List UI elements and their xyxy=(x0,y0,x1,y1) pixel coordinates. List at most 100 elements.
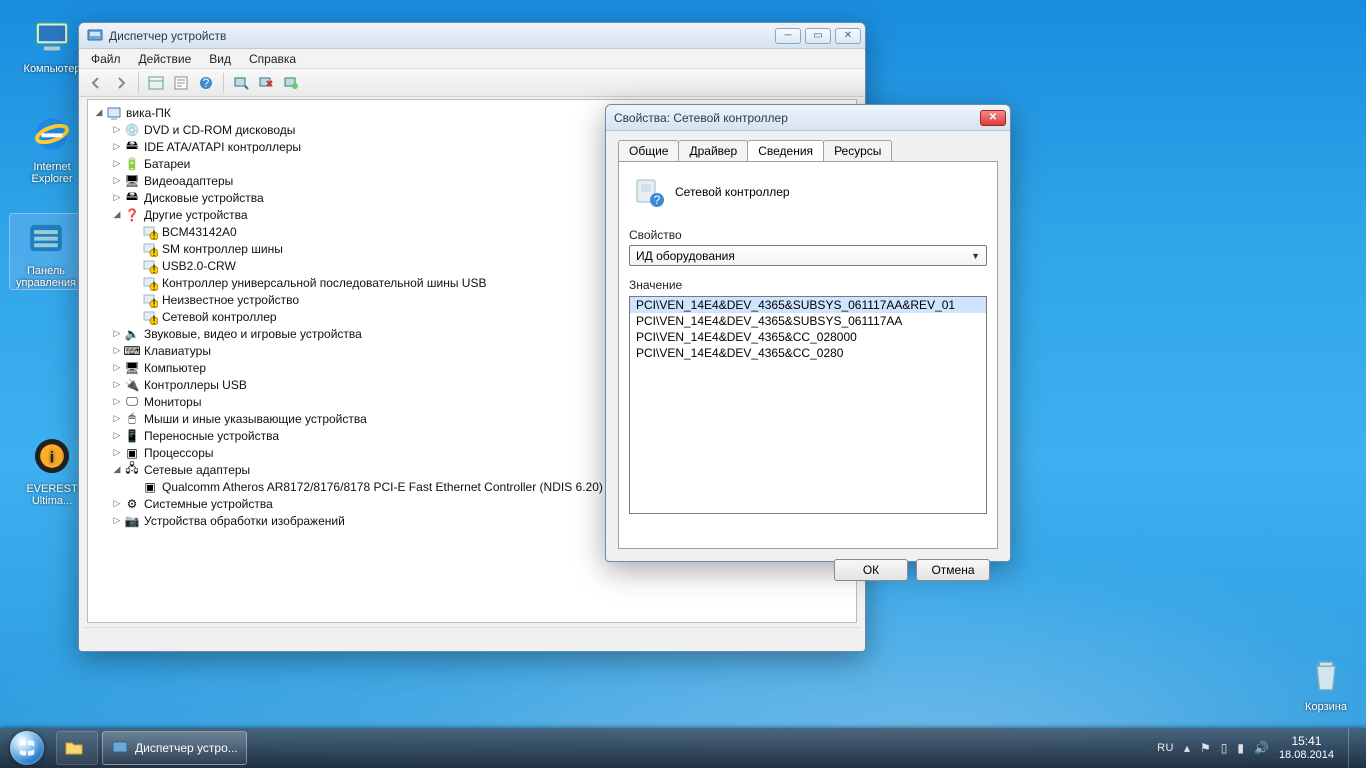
clock[interactable]: 15:41 18.08.2014 xyxy=(1279,735,1334,760)
device-label: Батареи xyxy=(144,157,190,171)
expand-arrow-icon[interactable]: ▷ xyxy=(110,175,124,186)
expand-arrow-icon[interactable]: ▷ xyxy=(110,515,124,526)
titlebar[interactable]: Диспетчер устройств ─ ▭ ✕ xyxy=(79,23,865,49)
flag-icon[interactable]: ⚑ xyxy=(1200,741,1211,755)
properties-button[interactable] xyxy=(170,72,192,94)
hwid-item[interactable]: PCI\VEN_14E4&DEV_4365&CC_0280 xyxy=(630,345,986,361)
device-icon: ! xyxy=(142,292,158,308)
ctrlpanel-icon xyxy=(22,214,70,262)
tab-3[interactable]: Ресурсы xyxy=(823,140,892,162)
close-button-devmgr[interactable]: ✕ xyxy=(835,28,861,44)
property-label: Свойство xyxy=(629,228,987,242)
device-name: Сетевой контроллер xyxy=(675,185,790,199)
hwid-item[interactable]: PCI\VEN_14E4&DEV_4365&CC_028000 xyxy=(630,329,986,345)
menu-вид[interactable]: Вид xyxy=(201,51,239,67)
device-icon: ⌨ xyxy=(124,343,140,359)
minimize-button[interactable]: ─ xyxy=(775,28,801,44)
ok-button[interactable]: ОК xyxy=(834,559,908,581)
value-label: Значение xyxy=(629,278,987,292)
volume-icon[interactable]: 🔊 xyxy=(1254,741,1269,755)
expand-arrow-icon[interactable]: ▷ xyxy=(110,345,124,356)
device-label: Qualcomm Atheros AR8172/8176/8178 PCI-E … xyxy=(162,480,603,494)
expand-arrow-icon[interactable]: ▷ xyxy=(110,430,124,441)
expand-arrow-icon[interactable]: ◢ xyxy=(110,464,124,475)
expand-arrow-icon[interactable]: ▷ xyxy=(110,498,124,509)
input-lang[interactable]: RU xyxy=(1157,742,1174,754)
device-label: Процессоры xyxy=(144,446,214,460)
titlebar[interactable]: Свойства: Сетевой контроллер ✕ xyxy=(606,105,1010,131)
device-label: Контроллер универсальной последовательно… xyxy=(162,276,486,290)
close-button-props[interactable]: ✕ xyxy=(980,110,1006,126)
expand-arrow-icon[interactable]: ◢ xyxy=(92,107,106,118)
expand-arrow-icon[interactable]: ▷ xyxy=(110,328,124,339)
view-tree-button[interactable] xyxy=(145,72,167,94)
expand-arrow-icon[interactable]: ▷ xyxy=(110,413,124,424)
scan-button[interactable] xyxy=(230,72,252,94)
device-icon: 🔋 xyxy=(124,156,140,172)
start-button[interactable] xyxy=(0,728,54,768)
property-dropdown[interactable]: ИД оборудования ▼ xyxy=(629,245,987,266)
device-label: SM контроллер шины xyxy=(162,242,283,256)
svg-text:!: ! xyxy=(152,296,155,308)
battery-icon[interactable]: ▯ xyxy=(1221,741,1228,755)
tab-0[interactable]: Общие xyxy=(618,140,679,162)
desktop-icon-recycle[interactable]: Корзина xyxy=(1290,650,1362,713)
icon-label: Панель управления xyxy=(10,265,82,289)
menu-файл[interactable]: Файл xyxy=(83,51,129,67)
expand-arrow-icon[interactable]: ▷ xyxy=(110,192,124,203)
clock-date: 18.08.2014 xyxy=(1279,749,1334,761)
device-icon: ! xyxy=(142,241,158,257)
tray-up-icon[interactable]: ▴ xyxy=(1184,741,1190,755)
nav-fwd-button[interactable] xyxy=(110,72,132,94)
device-label: IDE ATA/ATAPI контроллеры xyxy=(144,140,301,154)
device-icon: 🖥 xyxy=(124,360,140,376)
window-title: Диспетчер устройств xyxy=(109,29,775,43)
update-driver-button[interactable] xyxy=(280,72,302,94)
hwid-item[interactable]: PCI\VEN_14E4&DEV_4365&SUBSYS_061117AA xyxy=(630,313,986,329)
svg-text:?: ? xyxy=(654,193,661,207)
menu-действие[interactable]: Действие xyxy=(131,51,200,67)
expand-arrow-icon[interactable]: ▷ xyxy=(110,158,124,169)
device-label: Звуковые, видео и игровые устройства xyxy=(144,327,362,341)
uninstall-button[interactable] xyxy=(255,72,277,94)
pinned-explorer[interactable] xyxy=(56,731,98,765)
clock-time: 15:41 xyxy=(1279,735,1334,748)
value-listbox[interactable]: PCI\VEN_14E4&DEV_4365&SUBSYS_061117AA&RE… xyxy=(629,296,987,514)
task-device-manager[interactable]: Диспетчер устро... xyxy=(102,731,247,765)
device-icon: ❓ xyxy=(124,207,140,223)
hwid-item[interactable]: PCI\VEN_14E4&DEV_4365&SUBSYS_061117AA&RE… xyxy=(630,297,986,313)
tab-1[interactable]: Драйвер xyxy=(678,140,748,162)
expand-arrow-icon[interactable]: ◢ xyxy=(110,209,124,220)
device-icon: 📷 xyxy=(124,513,140,529)
network-icon[interactable]: ▮ xyxy=(1237,741,1244,755)
tab-panel-details: ? Сетевой контроллер Свойство ИД оборудо… xyxy=(618,161,998,549)
expand-arrow-icon[interactable]: ▷ xyxy=(110,447,124,458)
toolbar: ? xyxy=(79,69,865,97)
show-desktop-button[interactable] xyxy=(1348,728,1360,768)
property-dropdown-value: ИД оборудования xyxy=(636,249,735,263)
devmgr-icon xyxy=(111,739,129,757)
device-icon: 🖴 xyxy=(124,139,140,155)
desktop-icon-ctrlpanel[interactable]: Панель управления xyxy=(10,214,82,289)
device-label: USB2.0-CRW xyxy=(162,259,236,273)
tab-2[interactable]: Сведения xyxy=(747,140,824,162)
device-icon xyxy=(106,105,122,121)
properties-dialog: Свойства: Сетевой контроллер ✕ ОбщиеДрай… xyxy=(605,104,1011,562)
device-label: Видеоадаптеры xyxy=(144,174,233,188)
maximize-button[interactable]: ▭ xyxy=(805,28,831,44)
svg-text:i: i xyxy=(50,450,54,467)
device-icon: ! xyxy=(142,258,158,274)
device-label: BCM43142A0 xyxy=(162,225,237,239)
taskbar: Диспетчер устро... RU ▴ ⚑ ▯ ▮ 🔊 15:41 18… xyxy=(0,728,1366,768)
nav-back-button[interactable] xyxy=(85,72,107,94)
expand-arrow-icon[interactable]: ▷ xyxy=(110,124,124,135)
expand-arrow-icon[interactable]: ▷ xyxy=(110,379,124,390)
everest-icon: i xyxy=(28,432,76,480)
expand-arrow-icon[interactable]: ▷ xyxy=(110,396,124,407)
cancel-button[interactable]: Отмена xyxy=(916,559,990,581)
expand-arrow-icon[interactable]: ▷ xyxy=(110,362,124,373)
expand-arrow-icon[interactable]: ▷ xyxy=(110,141,124,152)
help-button[interactable]: ? xyxy=(195,72,217,94)
menu-справка[interactable]: Справка xyxy=(241,51,304,67)
device-icon: 🔌 xyxy=(124,377,140,393)
